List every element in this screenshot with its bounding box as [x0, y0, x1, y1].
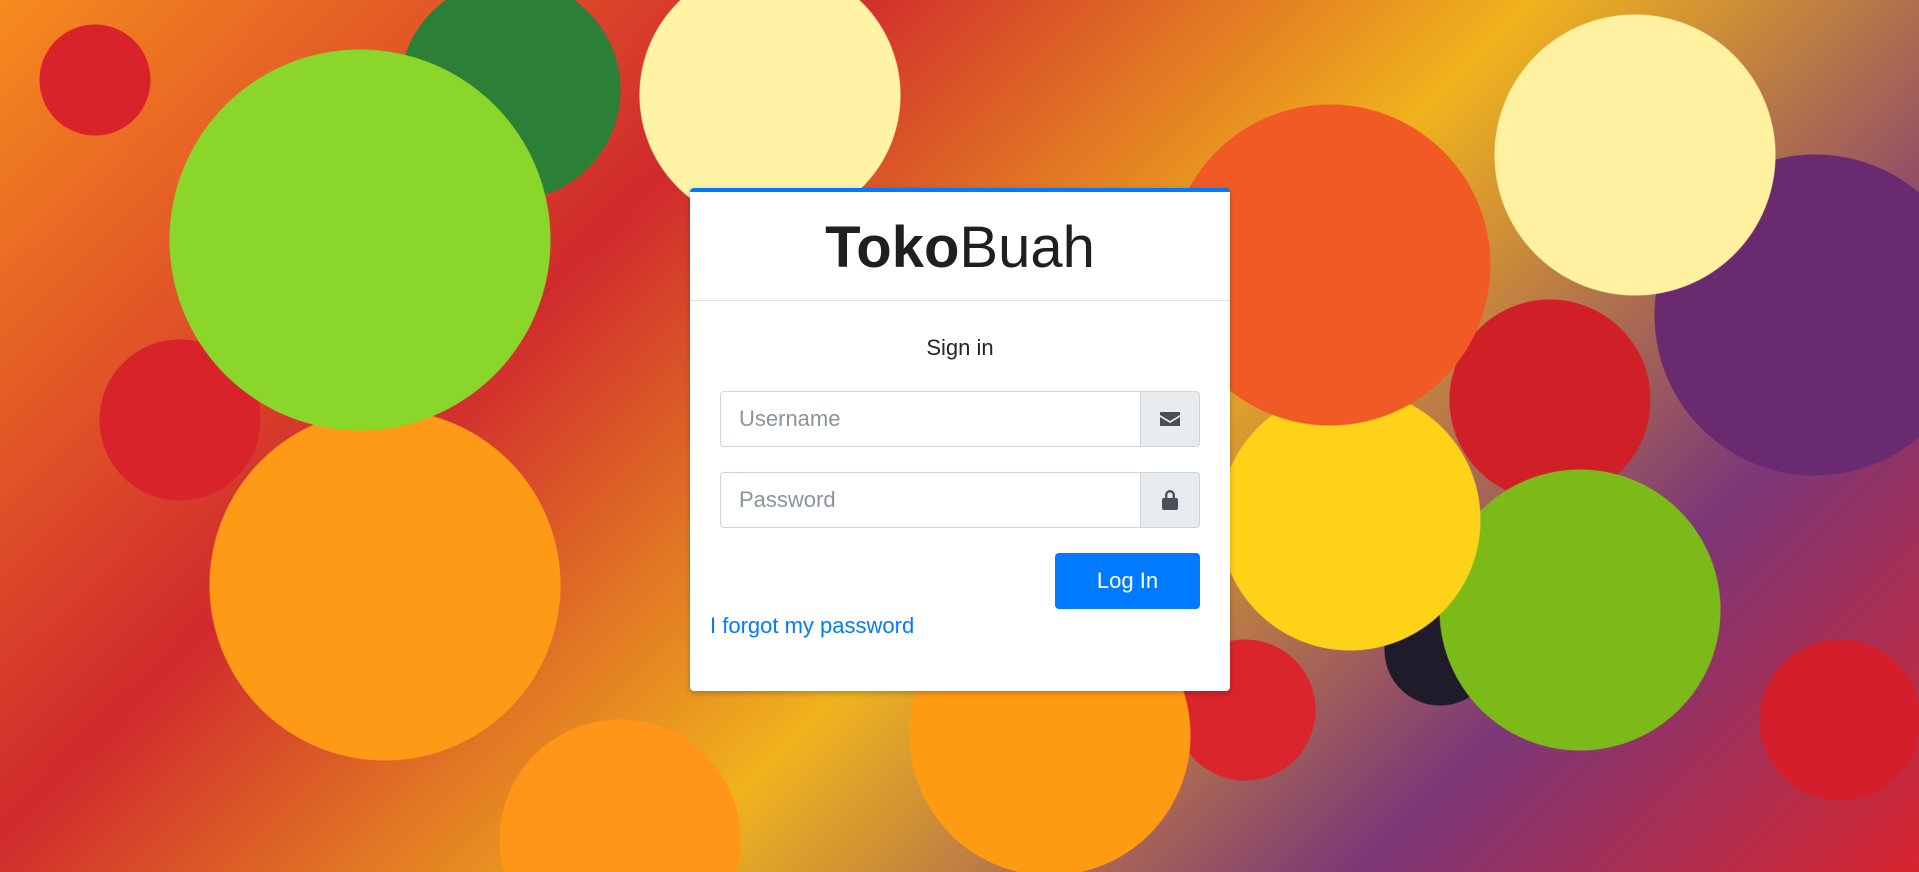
username-input-group — [720, 391, 1200, 447]
forgot-password-link[interactable]: I forgot my password — [710, 613, 914, 639]
log-in-button[interactable]: Log In — [1055, 553, 1200, 609]
username-addon — [1140, 391, 1200, 447]
brand-bold-text: Toko — [825, 215, 960, 280]
password-input-group — [720, 472, 1200, 528]
login-box-message: Sign in — [926, 335, 994, 360]
login-box: TokoBuah Sign in Log In — [690, 188, 1230, 691]
login-box-header: TokoBuah — [690, 192, 1230, 301]
brand-light-text: Buah — [959, 215, 1095, 280]
password-input[interactable] — [720, 472, 1140, 528]
password-addon — [1140, 472, 1200, 528]
envelope-icon — [1160, 412, 1180, 426]
login-box-body: Sign in Log In I forgot my password — [690, 301, 1230, 649]
username-input[interactable] — [720, 391, 1140, 447]
login-actions: Log In I forgot my password — [710, 553, 1200, 649]
lock-icon — [1162, 490, 1178, 510]
brand-logo-link[interactable]: TokoBuah — [825, 215, 1095, 277]
